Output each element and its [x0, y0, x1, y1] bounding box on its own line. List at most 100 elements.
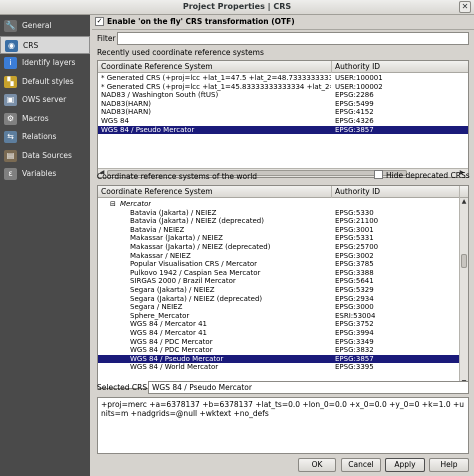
- recent-col-authority[interactable]: Authority ID: [332, 61, 468, 73]
- tree-group-mercator[interactable]: ⊟ Mercator: [98, 200, 468, 209]
- authority-id-cell: EPSG:3857: [335, 354, 374, 363]
- authority-id-cell: EPSG:5329: [335, 286, 374, 294]
- world-crs-row[interactable]: SIRGAS 2000 / Brazil Mercator EPSG:5641: [98, 277, 460, 286]
- authority-id-cell: EPSG:4326: [335, 117, 374, 125]
- sidebar-item-label: Data Sources: [22, 150, 72, 160]
- sidebar-item-data-sources[interactable]: ▤ Data Sources: [0, 147, 90, 165]
- sidebar-item-crs[interactable]: ◉ CRS: [0, 35, 90, 54]
- sidebar-item-identify-layers[interactable]: i Identify layers: [0, 54, 90, 72]
- world-crs-row[interactable]: Makassar / NEIEZ EPSG:3002: [98, 252, 460, 261]
- sidebar-item-label: Relations: [22, 132, 57, 141]
- selected-crs-field[interactable]: WGS 84 / Pseudo Mercator: [148, 381, 469, 394]
- collapse-icon[interactable]: ⊟: [110, 200, 116, 209]
- recent-crs-row[interactable]: NAD83(HARN) EPSG:4152: [98, 108, 468, 117]
- world-col-crs[interactable]: Coordinate Reference System: [98, 186, 332, 198]
- sidebar-item-ows-server[interactable]: ▣ OWS server: [0, 91, 90, 109]
- scroll-up-icon[interactable]: ▲: [460, 198, 468, 206]
- cancel-button[interactable]: Cancel: [341, 458, 381, 472]
- world-crs-row[interactable]: WGS 84 / Mercator 41 EPSG:3752: [98, 320, 460, 329]
- world-crs-row[interactable]: WGS 84 / Mercator 41 EPSG:3994: [98, 329, 460, 338]
- recent-crs-row[interactable]: * Generated CRS (+proj=lcc +lat_1=47.5 +…: [98, 74, 468, 83]
- relations-icon: ⇆: [4, 131, 17, 143]
- authority-id-cell: EPSG:21100: [335, 217, 379, 226]
- recent-crs-row[interactable]: WGS 84 / Pseudo Mercator EPSG:3857: [98, 125, 468, 135]
- proj-string-box[interactable]: +proj=merc +a=6378137 +b=6378137 +lat_ts…: [97, 397, 469, 454]
- help-button[interactable]: Help: [429, 458, 469, 472]
- sidebar-item-variables[interactable]: ε Variables: [0, 165, 90, 183]
- world-crs-header: Coordinate Reference System Authority ID: [98, 186, 468, 198]
- sidebar-item-macros[interactable]: ⚙ Macros: [0, 110, 90, 128]
- authority-id-cell: EPSG:5331: [335, 234, 374, 243]
- authority-id-cell: EPSG:25700: [335, 243, 379, 251]
- authority-id-cell: ESRI:53004: [335, 311, 376, 320]
- sidebar-item-label: Variables: [22, 169, 57, 178]
- filter-input[interactable]: [117, 32, 469, 45]
- world-crs-row[interactable]: Batavia (Jakarta) / NEIEZ EPSG:5330: [98, 209, 460, 218]
- world-crs-table[interactable]: Coordinate Reference System Authority ID…: [97, 185, 469, 389]
- world-crs-row[interactable]: Makassar (Jakarta) / NEIEZ (deprecated) E…: [98, 243, 460, 252]
- world-vscrollbar[interactable]: ▲ ▼: [459, 198, 468, 388]
- otf-checkbox[interactable]: ✓: [95, 17, 104, 26]
- world-crs-row[interactable]: Batavia / NEIEZ EPSG:3001: [98, 226, 460, 235]
- tree-group-label: Mercator: [120, 200, 152, 208]
- hide-deprecated-checkbox[interactable]: [374, 170, 383, 179]
- world-crs-row[interactable]: Segara / NEIEZ EPSG:3000: [98, 303, 460, 312]
- world-crs-label: Coordinate reference systems of the worl…: [97, 172, 258, 181]
- world-vscroll-thumb[interactable]: [461, 254, 467, 268]
- crs-name-cell: WGS 84 / Mercator 41: [130, 329, 207, 337]
- world-crs-row[interactable]: WGS 84 / World Mercator EPSG:3395: [98, 363, 460, 372]
- world-crs-row[interactable]: Sphere_Mercator ESRI:53004: [98, 312, 460, 321]
- crs-name-cell: * Generated CRS (+proj=lcc +lat_1=45.833…: [101, 82, 331, 91]
- sidebar: 🔧 General ◉ CRS i Identify layers ▚ Default sty…: [0, 15, 90, 476]
- recent-crs-label: Recently used coordinate reference syste…: [97, 48, 264, 57]
- crs-name-cell: WGS 84 / Pseudo Mercator: [101, 125, 195, 134]
- close-icon[interactable]: ✕: [459, 1, 471, 13]
- recent-col-crs[interactable]: Coordinate Reference System: [98, 61, 332, 73]
- world-crs-row[interactable]: WGS 84 / PDC Mercator EPSG:3832: [98, 346, 460, 355]
- recent-crs-row[interactable]: NAD83(HARN) EPSG:5499: [98, 100, 468, 109]
- recent-crs-row[interactable]: NAD83 / Washington South (ftUS) EPSG:2286: [98, 91, 468, 100]
- apply-button[interactable]: Apply: [385, 458, 425, 472]
- recent-crs-row[interactable]: WGS 84 EPSG:4326: [98, 117, 468, 126]
- recent-crs-table[interactable]: Coordinate Reference System Authority ID…: [97, 60, 469, 178]
- world-crs-row[interactable]: Pulkovo 1942 / Caspian Sea Mercator EPSG:…: [98, 269, 460, 278]
- world-crs-row[interactable]: Segara (Jakarta) / NEIEZ (deprecated) EPS…: [98, 295, 460, 304]
- project-properties-window: Project Properties | CRS ✕ 🔧 General ◉ CRS i…: [0, 0, 474, 476]
- authority-id-cell: EPSG:5499: [335, 99, 374, 108]
- crs-name-cell: WGS 84 / Mercator 41: [130, 320, 207, 329]
- world-crs-row[interactable]: WGS 84 / Pseudo Mercator EPSG:3857: [98, 354, 460, 364]
- authority-id-cell: EPSG:3349: [335, 337, 374, 346]
- sidebar-item-label: Identify layers: [22, 58, 76, 67]
- authority-id-cell: USER:100001: [335, 74, 383, 82]
- crs-name-cell: WGS 84 / PDC Mercator: [130, 346, 213, 355]
- authority-id-cell: EPSG:3785: [335, 260, 374, 269]
- ok-button[interactable]: OK: [298, 458, 336, 472]
- world-col-authority[interactable]: Authority ID: [332, 186, 460, 198]
- otf-divider: [92, 29, 474, 30]
- filter-label: Filter: [97, 34, 116, 43]
- crs-name-cell: Segara (Jakarta) / NEIEZ: [130, 286, 215, 294]
- authority-id-cell: EPSG:2286: [335, 91, 374, 100]
- crs-name-cell: Makassar (Jakarta) / NEIEZ (deprecated): [130, 243, 271, 251]
- crs-name-cell: NAD83(HARN): [101, 99, 151, 108]
- crs-name-cell: Segara (Jakarta) / NEIEZ (deprecated): [130, 294, 263, 303]
- authority-id-cell: EPSG:3832: [335, 346, 374, 355]
- world-crs-row[interactable]: Batavia (Jakarta) / NEIEZ (deprecated) EP…: [98, 217, 460, 226]
- authority-id-cell: EPSG:5330: [335, 208, 374, 217]
- sidebar-item-relations[interactable]: ⇆ Relations: [0, 128, 90, 146]
- selected-crs-label: Selected CRS:: [97, 383, 150, 392]
- crs-name-cell: Makassar (Jakarta) / NEIEZ: [130, 234, 223, 243]
- authority-id-cell: EPSG:2934: [335, 294, 374, 303]
- world-crs-row[interactable]: Makassar (Jakarta) / NEIEZ EPSG:5331: [98, 234, 460, 243]
- world-crs-row[interactable]: WGS 84 / PDC Mercator EPSG:3349: [98, 338, 460, 347]
- sidebar-item-general[interactable]: 🔧 General: [0, 17, 90, 35]
- world-crs-row[interactable]: Popular Visualisation CRS / Mercator EPSG…: [98, 260, 460, 269]
- authority-id-cell: EPSG:3002: [335, 251, 374, 260]
- recent-crs-row[interactable]: * Generated CRS (+proj=lcc +lat_1=45.833…: [98, 83, 468, 92]
- world-crs-row[interactable]: Segara (Jakarta) / NEIEZ EPSG:5329: [98, 286, 460, 295]
- crs-name-cell: WGS 84 / PDC Mercator: [130, 337, 213, 346]
- sidebar-item-default-styles[interactable]: ▚ Default styles: [0, 73, 90, 91]
- authority-id-cell: EPSG:3001: [335, 225, 374, 234]
- authority-id-cell: EPSG:5641: [335, 277, 374, 286]
- authority-id-cell: USER:100002: [335, 82, 383, 91]
